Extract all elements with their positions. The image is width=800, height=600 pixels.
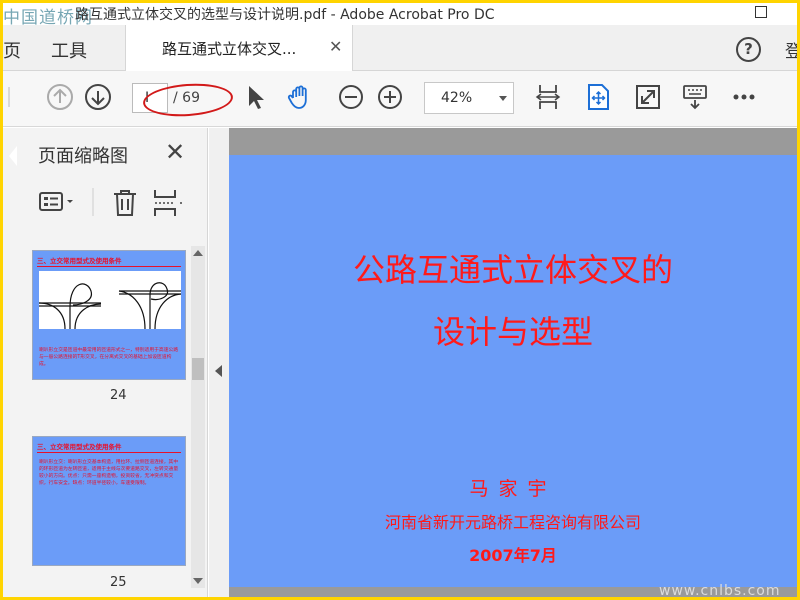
sign-in-button[interactable]: 登 xyxy=(785,37,797,62)
thumbnail-options-icon[interactable] xyxy=(38,188,78,216)
zoom-level-select[interactable]: 42% xyxy=(424,82,514,114)
tab-tools[interactable]: 工具 xyxy=(51,37,87,63)
panel-title: 页面缩略图 xyxy=(38,146,128,167)
help-icon[interactable]: ? xyxy=(736,37,761,62)
page-thumbnails-panel: 页面缩略图 ✕ 三、立交常用型式及使用条件 喇叭形立交是匝道中最常用的匝道形式之… xyxy=(3,128,208,597)
zoom-out-icon[interactable] xyxy=(337,83,365,111)
trash-icon[interactable] xyxy=(111,188,139,218)
thumbnail-page-number: 25 xyxy=(110,575,127,590)
scrollbar-thumb[interactable] xyxy=(192,358,204,380)
tab-document[interactable]: 路互通式立体交叉... ✕ xyxy=(125,25,353,71)
toolbar-separator-icon xyxy=(8,87,10,107)
thumbnail-rule xyxy=(37,452,181,453)
toolbar: I / 69 42% xyxy=(3,71,797,127)
thumbnail-page-number: 24 xyxy=(110,388,127,403)
full-screen-icon[interactable] xyxy=(634,83,662,111)
zoom-value: 42% xyxy=(441,90,473,106)
keyboard-tools-icon[interactable] xyxy=(681,83,709,111)
slide-organization: 河南省新开元路桥工程咨询有限公司 xyxy=(384,513,641,532)
fit-page-icon[interactable] xyxy=(584,83,612,111)
slide-title-line-1: 公路互通式立体交叉的 xyxy=(352,251,673,289)
thumbnail-text: 喇叭形立交是匝道中最常用的匝道形式之一，特别适用于高速公路与一般公路连接的T形交… xyxy=(39,348,179,367)
tab-home[interactable]: 页 xyxy=(3,37,21,63)
pdf-page: 公路互通式立体交叉的 设计与选型 马家宇 河南省新开元路桥工程咨询有限公司 20… xyxy=(229,155,797,587)
next-page-icon[interactable] xyxy=(84,83,112,111)
thumbnail-scrollbar[interactable] xyxy=(191,246,205,588)
maximize-icon[interactable] xyxy=(755,6,767,18)
slide-date: 2007年7月 xyxy=(469,546,557,565)
chevron-down-icon xyxy=(499,96,507,101)
close-panel-icon[interactable]: ✕ xyxy=(165,138,185,166)
acrobat-window: 中国道桥网 路互通式立体交叉的选型与设计说明.pdf - Adobe Acrob… xyxy=(3,3,797,597)
zoom-in-icon[interactable] xyxy=(376,83,404,111)
close-tab-icon[interactable]: ✕ xyxy=(329,37,342,56)
interchange-diagram xyxy=(38,271,182,330)
thumbnail-heading: 三、立交常用型式及使用条件 xyxy=(37,443,122,451)
slide-author: 马家宇 xyxy=(469,478,557,500)
more-options-icon[interactable] xyxy=(730,83,758,111)
thumbnail-page-24[interactable]: 三、立交常用型式及使用条件 喇叭形立交是匝道中最常用的匝道形式之一，特别适用于高… xyxy=(32,250,186,380)
panel-notch xyxy=(9,146,17,166)
thumbnail-text: 喇叭形立交：喇叭形立交基本构造，用拉环、拉侧匝道连接，其中的环形匝道为左转匝道，… xyxy=(39,460,179,486)
scroll-down-icon[interactable] xyxy=(193,578,203,584)
select-cursor-icon[interactable] xyxy=(241,83,269,111)
title-bar: 中国道桥网 路互通式立体交叉的选型与设计说明.pdf - Adobe Acrob… xyxy=(3,3,797,28)
thumbnail-heading: 三、立交常用型式及使用条件 xyxy=(37,257,122,265)
window-title: 路互通式立体交叉的选型与设计说明.pdf - Adobe Acrobat Pro… xyxy=(75,7,495,23)
document-tab-label: 路互通式立体交叉... xyxy=(162,40,297,58)
scroll-up-icon[interactable] xyxy=(193,250,203,256)
panel-collapse-strip[interactable] xyxy=(209,128,229,597)
previous-page-icon[interactable] xyxy=(46,83,74,111)
insert-page-icon[interactable] xyxy=(153,188,183,218)
collapse-arrow-icon[interactable] xyxy=(215,365,222,377)
slide-title-line-2: 设计与选型 xyxy=(432,313,593,351)
thumbnail-rule xyxy=(37,266,181,267)
fit-width-icon[interactable] xyxy=(534,83,562,111)
tab-bar: 页 工具 路互通式立体交叉... ✕ ? 登 xyxy=(3,25,797,71)
panel-divider xyxy=(92,188,94,216)
thumbnail-page-25[interactable]: 三、立交常用型式及使用条件 喇叭形立交：喇叭形立交基本构造，用拉环、拉侧匝道连接… xyxy=(32,436,186,566)
document-view: 公路互通式立体交叉的 设计与选型 马家宇 河南省新开元路桥工程咨询有限公司 20… xyxy=(229,128,797,597)
hand-tool-icon[interactable] xyxy=(286,83,314,111)
bottom-watermark: www.cnlbs.com xyxy=(659,583,781,597)
